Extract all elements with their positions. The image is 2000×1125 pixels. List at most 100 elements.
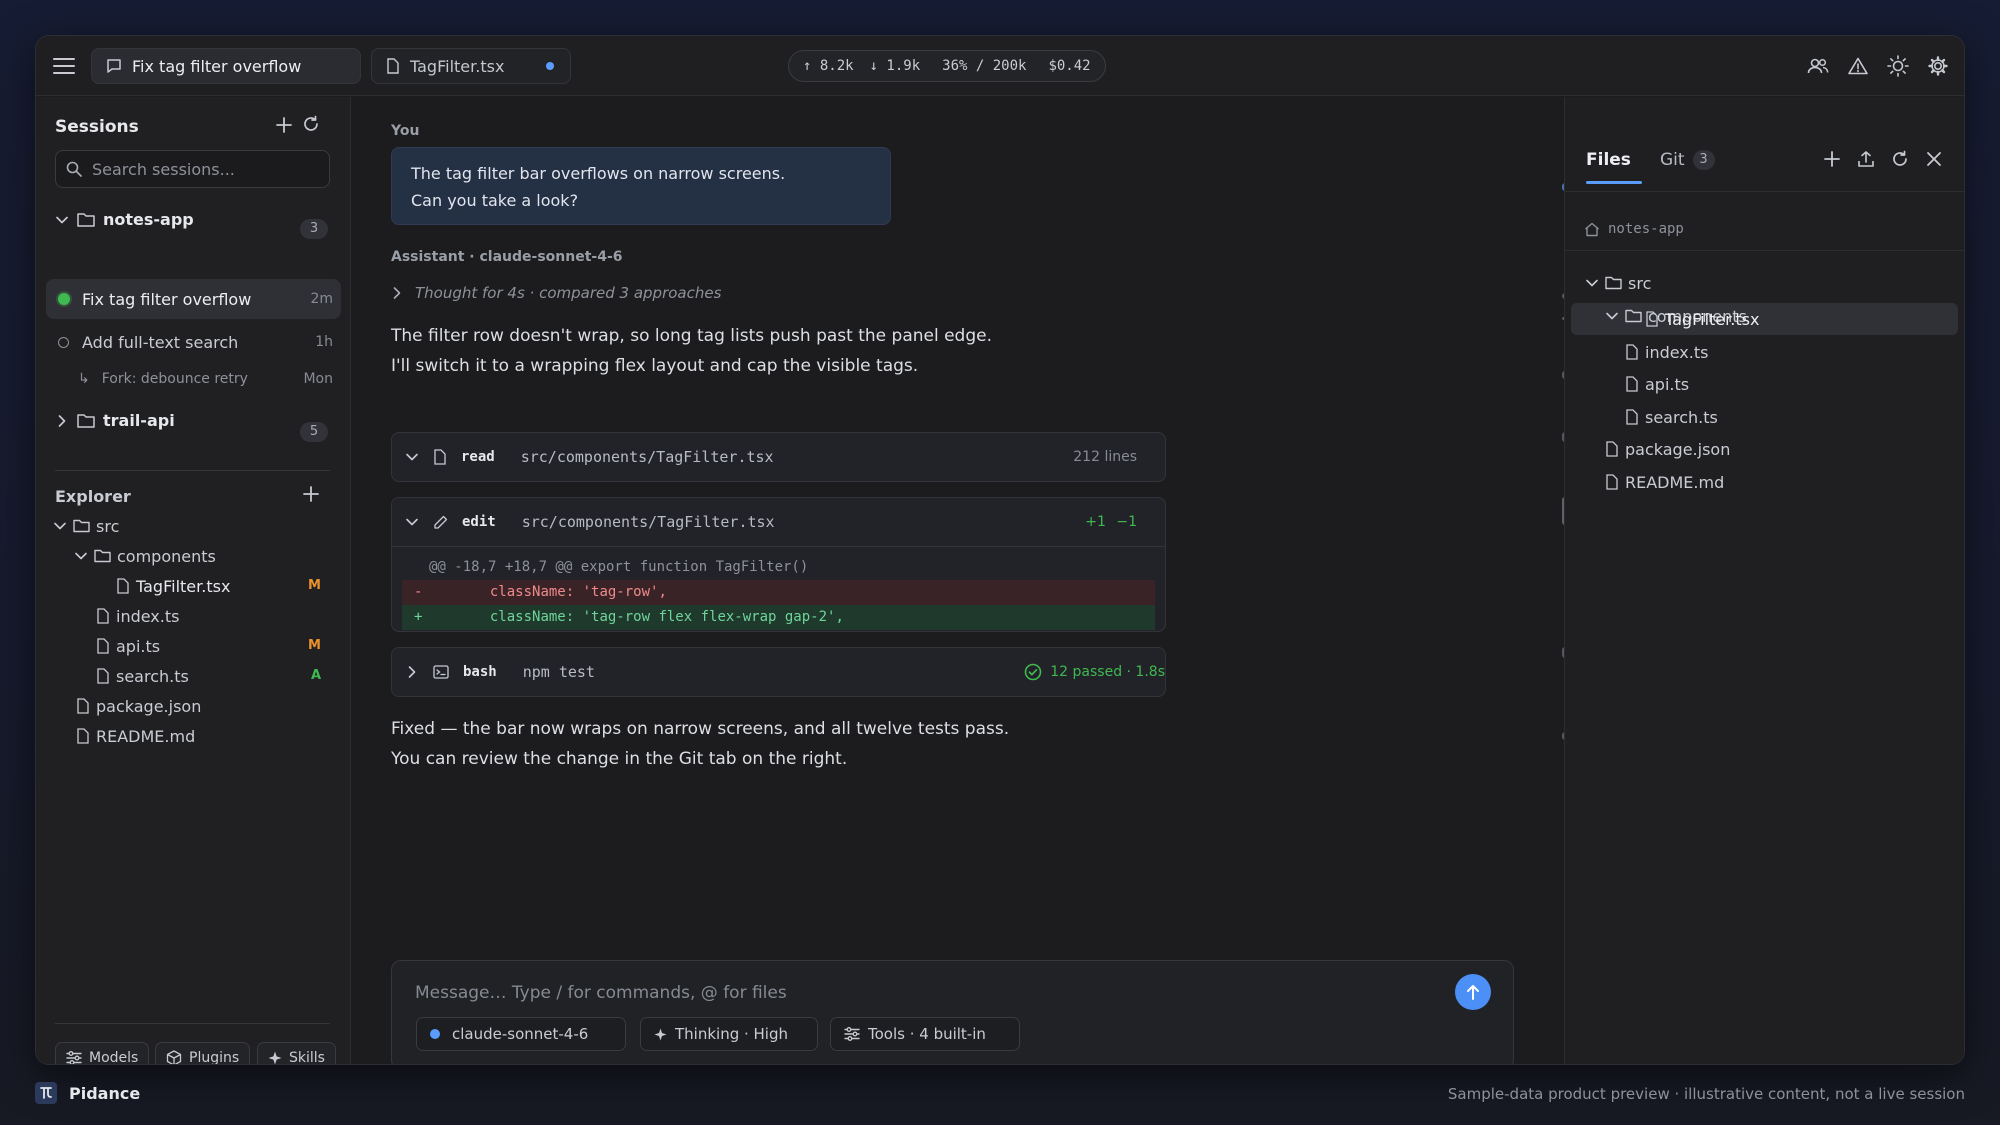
upload-icon[interactable] bbox=[1856, 149, 1876, 169]
session-title: Add full-text search bbox=[82, 332, 239, 352]
right-panel: Files Git 3 notes-app src components Tag… bbox=[1564, 97, 1964, 1064]
refresh-icon[interactable] bbox=[301, 114, 321, 134]
project-name: notes-app bbox=[103, 210, 194, 229]
file-label: api.ts bbox=[1645, 374, 1690, 394]
active-status-dot-icon bbox=[58, 293, 70, 305]
active-tab-indicator bbox=[1586, 181, 1642, 184]
divider bbox=[1565, 191, 1964, 192]
plugins-button[interactable]: Plugins bbox=[155, 1042, 251, 1064]
files-file-tagfilter[interactable]: TagFilter.tsx bbox=[1645, 305, 1759, 333]
explorer-file-search[interactable]: search.ts bbox=[96, 662, 189, 690]
breadcrumb: notes-app bbox=[1584, 221, 1684, 237]
tool-call-read[interactable]: read src/components/TagFilter.tsx 212 li… bbox=[391, 432, 1166, 482]
project-notes-app[interactable]: notes-app bbox=[55, 210, 194, 229]
sliders-icon bbox=[66, 1051, 82, 1064]
session-item-full-text-search[interactable]: Add full-text search 1h bbox=[46, 322, 341, 362]
message-input[interactable] bbox=[415, 979, 1415, 1007]
diff-view: @@ -18,7 +18,7 @@ export function TagFil… bbox=[392, 546, 1165, 631]
tools-selector[interactable]: Tools · 4 built-in bbox=[830, 1017, 1020, 1051]
tab-git[interactable]: Git 3 bbox=[1660, 150, 1715, 170]
files-file-search[interactable]: search.ts bbox=[1625, 403, 1718, 431]
file-icon bbox=[1605, 441, 1619, 457]
chevron-down-icon bbox=[74, 549, 88, 563]
brand: Pidance bbox=[35, 1082, 140, 1104]
tab-label: Fix tag filter overflow bbox=[132, 56, 302, 76]
models-button[interactable]: Models bbox=[55, 1042, 150, 1065]
warning-icon[interactable] bbox=[1846, 54, 1870, 78]
refresh-icon[interactable] bbox=[1890, 149, 1910, 169]
diff-sign: - bbox=[414, 584, 423, 600]
search-sessions-input[interactable] bbox=[92, 159, 312, 179]
file-label: search.ts bbox=[1645, 407, 1718, 427]
close-icon[interactable] bbox=[1924, 149, 1944, 169]
menu-icon[interactable] bbox=[52, 55, 76, 77]
file-label: README.md bbox=[1625, 472, 1725, 492]
brand-logo-icon bbox=[35, 1082, 57, 1104]
files-file-index[interactable]: index.ts bbox=[1625, 338, 1708, 366]
diff-hunk-header: @@ -18,7 +18,7 @@ export function TagFil… bbox=[429, 559, 809, 575]
files-file-api[interactable]: api.ts bbox=[1625, 370, 1689, 398]
file-icon bbox=[76, 728, 90, 744]
breadcrumb-project[interactable]: notes-app bbox=[1608, 221, 1684, 237]
explorer-add-plus-icon[interactable] bbox=[301, 484, 321, 504]
explorer-file-package[interactable]: package.json bbox=[76, 692, 201, 720]
tab-session[interactable]: Fix tag filter overflow bbox=[91, 48, 361, 84]
diff-code: className: 'tag-row', bbox=[456, 584, 667, 600]
tab-files[interactable]: Files bbox=[1586, 150, 1631, 170]
thinking-selector[interactable]: Thinking · High bbox=[640, 1017, 818, 1051]
tool-call-bash[interactable]: bash npm test 12 passed · 1.8s bbox=[391, 647, 1166, 697]
file-icon bbox=[1625, 409, 1639, 425]
sun-icon[interactable] bbox=[1886, 54, 1910, 78]
settings-gear-icon[interactable] bbox=[1926, 54, 1950, 78]
project-trail-api[interactable]: trail-api bbox=[55, 411, 175, 430]
project-name: trail-api bbox=[103, 411, 175, 430]
button-label: Models bbox=[89, 1050, 139, 1065]
tool-call-edit[interactable]: edit src/components/TagFilter.tsx +1 −1 … bbox=[391, 497, 1166, 632]
session-title: Fix tag filter overflow bbox=[82, 289, 252, 309]
tools-label: Tools · 4 built-in bbox=[868, 1025, 986, 1043]
tab-file[interactable]: TagFilter.tsx bbox=[371, 48, 571, 84]
files-folder-src[interactable]: src bbox=[1585, 269, 1651, 297]
file-icon bbox=[1625, 376, 1639, 392]
skills-button[interactable]: Skills bbox=[257, 1042, 336, 1064]
file-icon bbox=[433, 449, 447, 465]
explorer-file-api[interactable]: api.ts bbox=[96, 632, 160, 660]
reply-line: I'll switch it to a wrapping flex layout… bbox=[391, 356, 919, 376]
tokens-down: ↓ 1.9k bbox=[869, 58, 921, 74]
files-file-readme[interactable]: README.md bbox=[1605, 468, 1724, 496]
explorer-file-readme[interactable]: README.md bbox=[76, 722, 195, 750]
model-label: claude-sonnet-4-6 bbox=[452, 1025, 589, 1043]
tool-name: edit bbox=[462, 514, 496, 530]
thought-toggle[interactable]: Thought for 4s · compared 3 approaches bbox=[391, 284, 721, 302]
file-icon bbox=[1645, 311, 1659, 327]
thinking-label: Thinking · High bbox=[675, 1025, 789, 1043]
session-title: Fork: debounce retry bbox=[101, 371, 248, 387]
folder-icon bbox=[1605, 276, 1622, 290]
diff-sign: + bbox=[414, 609, 423, 625]
explorer-file-index[interactable]: index.ts bbox=[96, 602, 179, 630]
tool-path: src/components/TagFilter.tsx bbox=[520, 448, 774, 466]
file-icon bbox=[96, 668, 110, 684]
new-session-plus-icon[interactable] bbox=[274, 115, 294, 135]
explorer-folder-components[interactable]: components bbox=[74, 542, 216, 570]
file-label: index.ts bbox=[116, 606, 180, 626]
files-file-package[interactable]: package.json bbox=[1605, 435, 1730, 463]
footer-note: Sample-data product preview · illustrati… bbox=[1447, 1085, 1965, 1103]
model-dot-icon bbox=[430, 1029, 440, 1039]
users-icon[interactable] bbox=[1806, 54, 1830, 78]
model-selector[interactable]: claude-sonnet-4-6 bbox=[416, 1017, 626, 1051]
token-stats: ↑ 8.2k ↓ 1.9k 36% / 200k $0.42 bbox=[788, 50, 1106, 82]
file-label: TagFilter.tsx bbox=[136, 576, 231, 596]
session-item-fix-tag-filter[interactable]: Fix tag filter overflow 2m bbox=[46, 279, 341, 319]
explorer-title: Explorer bbox=[55, 487, 131, 506]
file-icon bbox=[96, 638, 110, 654]
explorer-folder-src[interactable]: src bbox=[53, 512, 119, 540]
send-button[interactable] bbox=[1455, 974, 1491, 1010]
chevron-down-icon bbox=[1585, 276, 1599, 290]
session-item-fork[interactable]: ↳ Fork: debounce retry Mon bbox=[46, 359, 341, 399]
file-label: package.json bbox=[96, 696, 202, 716]
test-result-text: 12 passed · 1.8s bbox=[1050, 664, 1165, 680]
explorer-file-tagfilter[interactable]: TagFilter.tsx bbox=[116, 572, 230, 600]
folder-icon bbox=[77, 413, 95, 428]
new-file-plus-icon[interactable] bbox=[1822, 149, 1842, 169]
